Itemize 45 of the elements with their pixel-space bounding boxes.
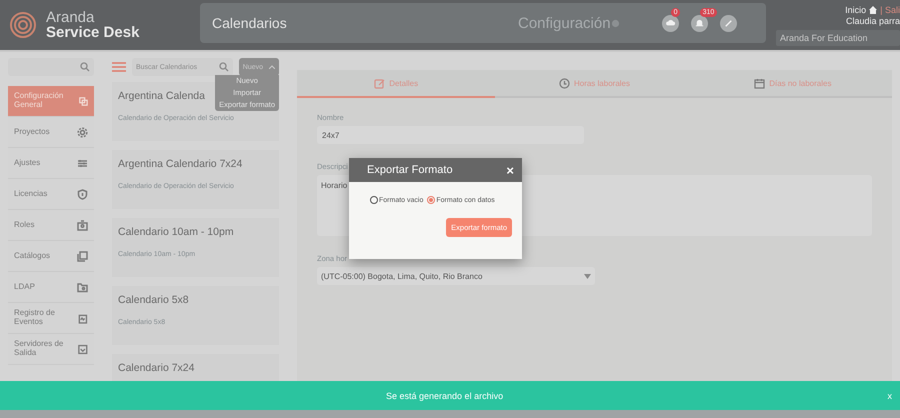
inbox-icon (78, 344, 88, 354)
card-title: Argentina Calenda (118, 90, 205, 102)
tab[interactable]: Días no laborales (694, 70, 892, 98)
wand-icon (722, 18, 734, 28)
cloud-button[interactable] (662, 14, 679, 32)
sliders-icon (77, 158, 88, 168)
bell-button[interactable] (690, 14, 708, 32)
card-title: Calendario 7x24 (118, 362, 194, 374)
shield-icon (77, 188, 88, 200)
card-title: Argentina Calendario 7x24 (118, 158, 242, 170)
id-badge-icon (77, 220, 88, 230)
images-icon (77, 250, 88, 262)
sidebar-item[interactable]: Configuración General (8, 86, 94, 117)
search-icon (218, 62, 229, 72)
cloud-icon (664, 18, 676, 28)
name-field[interactable]: 24x7 (317, 126, 584, 144)
copy-icon (79, 96, 88, 106)
user-name: Claudia parra (846, 16, 900, 26)
logout-link[interactable]: | Sali (880, 4, 900, 14)
bell-icon (694, 18, 705, 28)
home-link[interactable]: Inicio (845, 4, 866, 14)
wand-button[interactable] (720, 14, 737, 32)
clock-icon (558, 78, 570, 88)
timezone-select[interactable]: (UTC-05:00) Bogota, Lima, Quito, Rio Branco (317, 267, 595, 285)
caret-icon (584, 274, 591, 278)
edit-icon (374, 78, 386, 88)
toast-message: Se está generando el archivo (386, 390, 504, 400)
close-button[interactable]: x (882, 390, 898, 402)
calendar-icon (754, 78, 766, 88)
card-title: Calendario 10am - 10pm (118, 226, 234, 238)
search-icon (80, 62, 90, 72)
search-field[interactable] (8, 58, 94, 76)
caret-icon (269, 65, 275, 69)
tab[interactable]: Horas laborales (495, 70, 694, 98)
page-title: Calendarios (212, 15, 288, 31)
tab[interactable]: Detalles (297, 70, 496, 98)
close-button[interactable]: × (506, 162, 514, 178)
logo-icon (8, 10, 38, 40)
card-title: Calendario 5x8 (118, 294, 189, 306)
brand-name: Aranda (46, 10, 96, 25)
folder-icon (77, 282, 88, 292)
dialog-title: Exportar Formato (367, 164, 453, 176)
brand-product: Service Desk (46, 25, 140, 40)
tenant-select[interactable]: Aranda For Education (776, 30, 900, 46)
home-icon (869, 6, 878, 14)
